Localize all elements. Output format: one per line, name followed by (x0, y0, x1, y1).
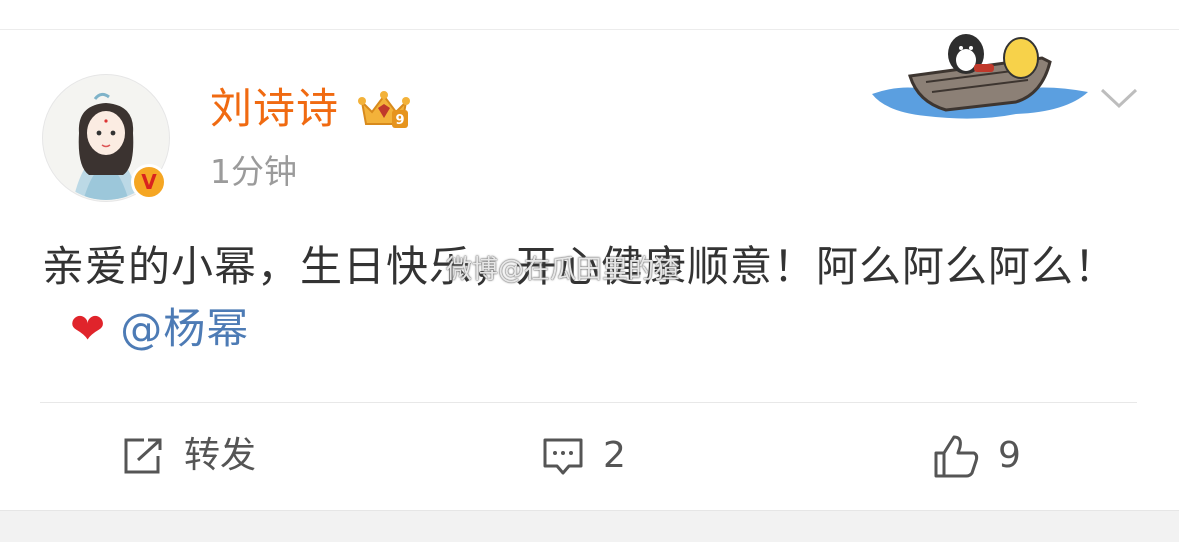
like-count: 9 (998, 435, 1021, 476)
crown-level-number: 9 (395, 113, 404, 128)
like-icon (934, 435, 979, 478)
heart-emoji: ❤ (70, 304, 107, 353)
chevron-down-icon[interactable] (1100, 86, 1138, 110)
comment-count: 2 (603, 435, 626, 476)
like-button[interactable]: 9 (932, 430, 1021, 482)
actions-divider (40, 402, 1137, 403)
post-timestamp: 1分钟 (210, 152, 297, 191)
footer-bar (0, 510, 1179, 542)
watermark: 微博@在瓜田里的猹 (446, 255, 681, 285)
comment-button[interactable]: 2 (541, 430, 626, 482)
comment-icon (543, 438, 583, 475)
repost-button[interactable]: 转发 (122, 430, 256, 482)
verified-badge-icon: V (131, 164, 167, 200)
repost-label: 转发 (184, 435, 257, 476)
repost-icon (124, 438, 162, 474)
mention-link[interactable]: @杨幂 (120, 304, 249, 353)
boat-decoration-icon (872, 34, 1088, 119)
username[interactable]: 刘诗诗 (210, 82, 339, 136)
crown-vip-icon[interactable]: 9 (356, 88, 412, 132)
